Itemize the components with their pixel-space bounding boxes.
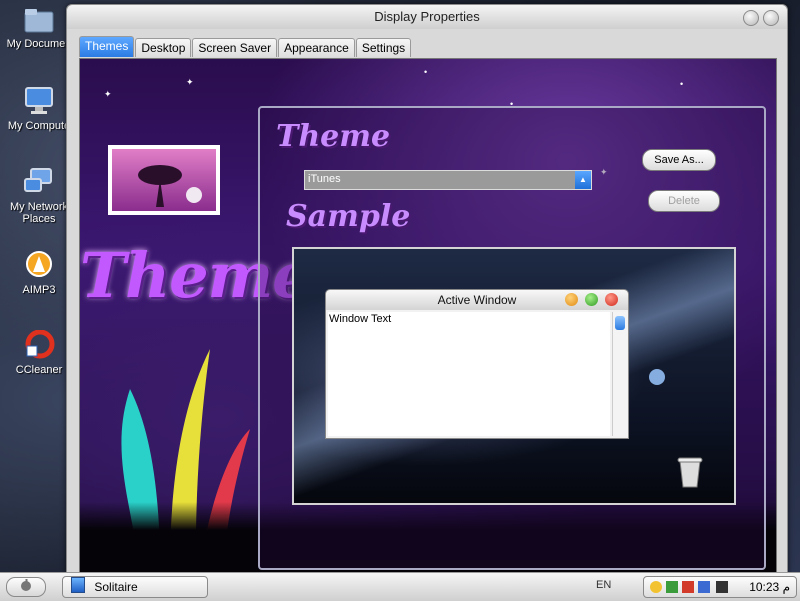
star-decoration: • [680,79,684,89]
tab-themes[interactable]: Themes [79,36,135,57]
sample-heading: Sample [286,199,411,234]
display-properties-window: Display Properties Themes Desktop Screen… [66,4,788,574]
star-decoration: ✦ [186,77,194,87]
taskbar-item-label: Solitaire [94,580,138,594]
active-window-titlebar: Active Window [326,290,628,310]
volume-icon[interactable] [698,581,710,593]
theme-select-value: iTunes [308,173,341,185]
theme-heading: Theme [276,119,391,154]
ccleaner-icon [23,329,55,360]
start-button[interactable] [6,577,46,597]
system-tray: 10:23 م [643,576,797,598]
active-window-title: Active Window [437,293,517,307]
delete-button[interactable]: Delete [648,190,720,212]
tab-bar: Themes Desktop Screen Saver Appearance S… [79,36,412,58]
window-titlebar[interactable]: Display Properties [67,5,787,29]
scrollbar [612,312,628,436]
computer-icon [23,86,55,116]
tab-settings[interactable]: Settings [355,38,412,57]
shield-icon[interactable] [682,581,694,593]
close-icon[interactable] [763,10,779,26]
sample-preview: Active Window Window Text [292,247,736,505]
language-indicator[interactable]: EN [596,579,611,591]
network-icon [23,167,55,197]
active-window-preview: Active Window Window Text [325,289,629,439]
network-icon[interactable] [666,581,678,593]
save-as-button[interactable]: Save As... [642,149,716,171]
clock[interactable]: 10:23 م [749,580,790,594]
star-decoration: • [424,67,428,77]
minimize-icon[interactable] [743,10,759,26]
maximize-icon [585,293,598,306]
active-window-body: Window Text [328,312,610,436]
solitaire-icon [71,577,85,593]
app-tray-icon[interactable] [716,581,728,593]
tab-appearance[interactable]: Appearance [278,38,355,57]
folder-icon [23,4,55,34]
themes-panel: ✦ ✦ • • ✦ • Themes Theme Sample iTunes ▲… [79,58,777,573]
window-title: Display Properties [374,9,480,24]
minimize-icon [565,293,578,306]
aimp-icon [23,250,55,280]
tree-icon [138,165,202,207]
recycle-bin-icon [677,457,703,488]
taskbar: Solitaire EN 10:23 م [0,572,800,601]
apple-logo-icon [649,369,665,385]
smiley-icon[interactable] [650,581,662,593]
scrollbar-thumb [615,316,625,330]
theme-select[interactable]: iTunes ▲ [304,170,592,190]
apple-logo-icon [19,579,33,595]
star-decoration: ✦ [104,89,112,99]
taskbar-item-solitaire[interactable]: Solitaire [62,576,208,598]
chevron-down-icon[interactable]: ▲ [575,171,591,189]
theme-thumbnail-image [108,145,220,215]
tab-screen-saver[interactable]: Screen Saver [192,38,278,57]
close-icon [605,293,618,306]
tab-desktop[interactable]: Desktop [135,38,192,57]
